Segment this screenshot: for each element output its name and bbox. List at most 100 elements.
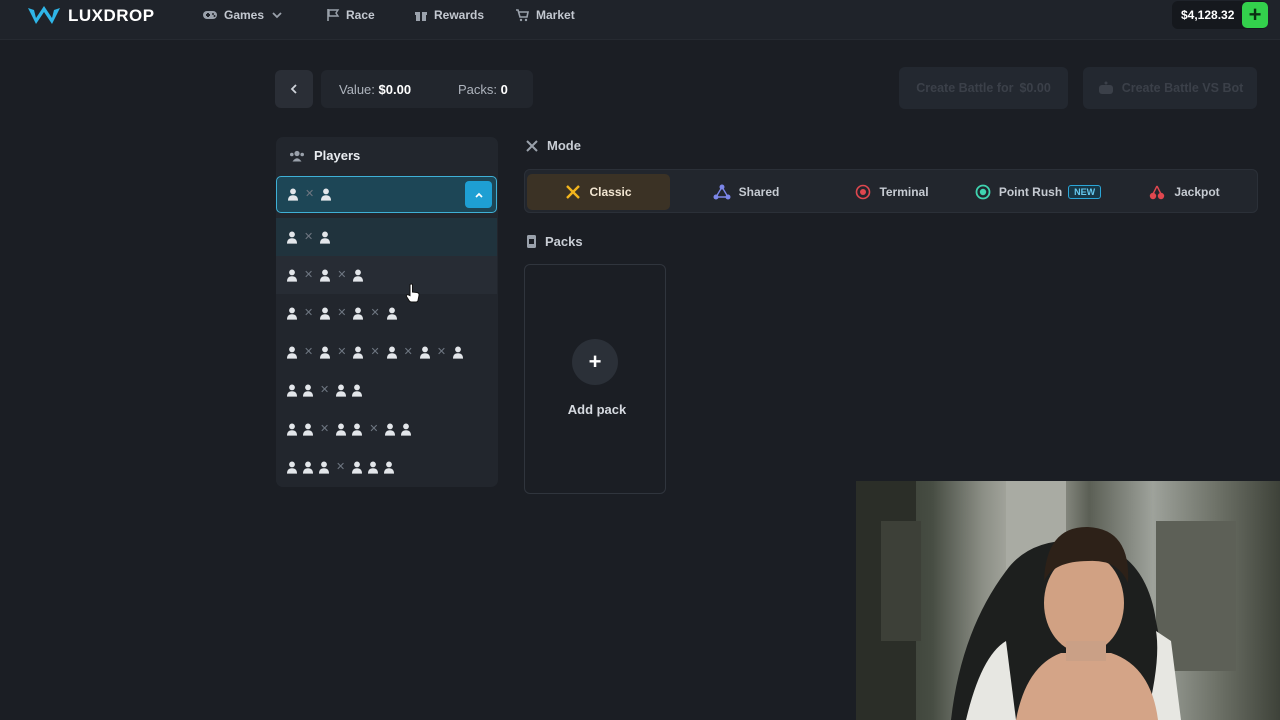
nav-race[interactable]: Race <box>326 0 375 30</box>
create-battle-button[interactable]: Create Battle for $0.00 <box>899 67 1068 109</box>
mode-shared[interactable]: Shared <box>676 174 816 210</box>
players-option[interactable]: ✕ <box>276 372 497 410</box>
logo-icon <box>28 6 60 24</box>
users-icon <box>290 150 304 161</box>
versus-icon: ✕ <box>403 345 413 358</box>
top-nav-bar: LUXDROP Games Race Rewards Market $4,128… <box>0 0 1280 40</box>
player-icon <box>320 269 331 282</box>
nav-market-label: Market <box>536 8 575 22</box>
player-icon <box>352 461 363 474</box>
player-icon <box>368 461 379 474</box>
mode-classic-label: Classic <box>589 185 632 199</box>
back-button[interactable] <box>275 70 313 108</box>
versus-icon: ✕ <box>320 422 330 435</box>
players-select-value: ✕ <box>287 188 336 201</box>
players-select[interactable]: ✕ <box>276 176 497 213</box>
player-icon <box>287 461 297 474</box>
deposit-button[interactable]: + <box>1242 2 1268 28</box>
robot-icon <box>1098 81 1113 94</box>
player-icon <box>386 346 397 359</box>
player-icon <box>288 188 298 201</box>
balance-amount: $4,128.32 <box>1181 8 1235 22</box>
player-icon <box>319 461 329 474</box>
add-pack-label: Add pack <box>567 402 627 417</box>
mode-terminal[interactable]: Terminal <box>822 174 962 210</box>
players-option[interactable]: ✕ ✕ <box>276 256 497 295</box>
versus-icon: ✕ <box>369 422 379 435</box>
player-icon <box>287 384 297 397</box>
player-icon <box>287 307 297 320</box>
chevron-down-icon <box>272 12 282 19</box>
versus-icon: ✕ <box>337 307 347 320</box>
players-title: Players <box>289 148 360 163</box>
gamepad-icon <box>203 11 217 19</box>
players-option[interactable]: ✕ ✕ <box>276 410 497 448</box>
nav-games-label: Games <box>224 8 265 22</box>
cherry-icon <box>1150 185 1165 200</box>
versus-icon: ✕ <box>336 460 346 473</box>
create-bot-battle-button[interactable]: Create Battle VS Bot <box>1083 67 1257 109</box>
value-amount: $0.00 <box>378 82 412 97</box>
packs-stat: Packs: 0 <box>458 82 508 97</box>
player-icon <box>336 423 347 436</box>
nav-games[interactable]: Games <box>202 0 290 30</box>
versus-icon: ✕ <box>436 345 447 358</box>
player-icon <box>386 307 397 320</box>
share-icon <box>713 184 731 200</box>
versus-icon: ✕ <box>337 268 347 281</box>
mode-terminal-label: Terminal <box>879 185 929 199</box>
players-title-label: Players <box>314 148 361 163</box>
battle-summary: Value: $0.00 Packs: 0 <box>321 70 533 108</box>
versus-icon: ✕ <box>320 384 330 397</box>
player-icon <box>353 307 364 320</box>
create-battle-price: $0.00 <box>1019 81 1051 95</box>
webcam-streamer <box>856 481 1236 720</box>
versus-icon: ✕ <box>304 345 314 358</box>
versus-icon: ✕ <box>304 230 314 243</box>
nav-rewards-label: Rewards <box>434 8 485 22</box>
versus-icon: ✕ <box>337 345 347 358</box>
player-icon <box>303 384 313 397</box>
value-label: Value: <box>339 82 375 97</box>
cart-icon <box>516 9 529 22</box>
players-option[interactable]: ✕ <box>276 218 497 256</box>
players-option[interactable]: ✕ ✕ ✕ <box>276 295 497 333</box>
mode-jackpot-label: Jackpot <box>1174 185 1220 199</box>
flag-icon <box>327 9 340 21</box>
player-icon <box>287 423 297 436</box>
player-icon <box>303 461 313 474</box>
swords-icon <box>566 185 581 199</box>
versus-icon: ✕ <box>304 307 314 320</box>
versus-icon: ✕ <box>370 345 380 358</box>
versus-icon: ✕ <box>304 268 314 281</box>
players-option[interactable]: ✕ ✕ ✕ ✕ ✕ <box>276 333 497 371</box>
player-icon <box>320 231 331 244</box>
value-stat: Value: $0.00 <box>339 82 411 97</box>
mode-point-rush[interactable]: Point Rush NEW <box>968 174 1108 210</box>
create-battle-label: Create Battle for <box>916 81 1014 95</box>
versus-icon: ✕ <box>370 307 380 320</box>
player-icon <box>336 384 347 397</box>
player-icon <box>353 269 364 282</box>
player-icon <box>352 384 363 397</box>
new-badge: NEW <box>1068 185 1102 199</box>
player-icon <box>384 461 395 474</box>
logo[interactable]: LUXDROP <box>26 3 155 29</box>
mode-point-rush-label: Point Rush <box>998 185 1063 199</box>
nav-race-label: Race <box>346 8 375 22</box>
players-option[interactable]: ✕ <box>276 448 497 486</box>
player-icon <box>287 346 297 359</box>
packs-title: Packs <box>526 234 583 249</box>
player-icon <box>352 423 363 436</box>
swords-icon <box>526 139 538 152</box>
mode-jackpot[interactable]: Jackpot <box>1114 174 1254 210</box>
players-select-toggle[interactable] <box>465 181 492 208</box>
mode-classic[interactable]: Classic <box>527 174 670 210</box>
player-icon <box>320 307 331 320</box>
nav-rewards[interactable]: Rewards <box>414 0 484 30</box>
add-pack-button[interactable]: + <box>572 339 618 385</box>
player-icon <box>287 269 297 282</box>
nav-market[interactable]: Market <box>515 0 575 30</box>
mode-title: Mode <box>525 138 581 153</box>
player-icon <box>303 423 313 436</box>
